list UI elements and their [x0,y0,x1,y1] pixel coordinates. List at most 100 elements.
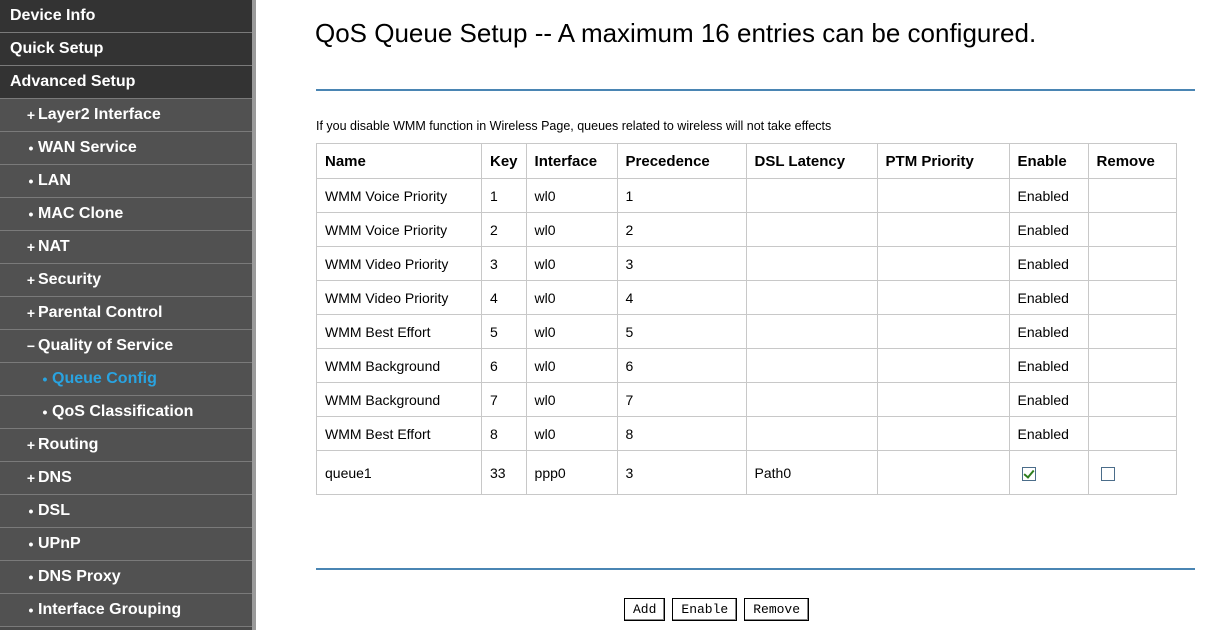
cell-key: 8 [481,416,527,451]
sidebar-item-lan[interactable]: • LAN [0,165,252,198]
cell-name: WMM Background [316,382,482,417]
cell-name: WMM Voice Priority [316,212,482,247]
bottom-divider [316,568,1195,570]
cell-ptm-priority [876,212,1010,247]
cell-enable: Enabled [1008,246,1089,281]
header-enable: Enable [1008,143,1089,179]
main-content: QoS Queue Setup -- A maximum 16 entries … [262,0,1210,630]
sidebar-item-label: Security [38,271,102,288]
table-row: WMM Best Effort 5 wl0 5 Enabled [316,314,1177,349]
sidebar-item-upnp[interactable]: • UPnP [0,528,252,561]
table-row: WMM Background 6 wl0 6 Enabled [316,348,1177,383]
sidebar-item-label: DSL [38,502,70,519]
sidebar-item-dns[interactable]: + DNS [0,462,252,495]
sidebar-item-advanced-setup[interactable]: Advanced Setup [0,66,252,99]
table-row: WMM Background 7 wl0 7 Enabled [316,382,1177,417]
cell-name: WMM Voice Priority [316,178,482,213]
sidebar-item-quality-of-service[interactable]: − Quality of Service [0,330,252,363]
cell-precedence: 3 [616,450,747,495]
sidebar-item-routing[interactable]: + Routing [0,429,252,462]
cell-interface: wl0 [525,178,618,213]
header-dsl-latency: DSL Latency [745,143,878,179]
sidebar-item-label: Interface Grouping [38,601,182,618]
sidebar-item-label: Quick Setup [10,40,104,57]
sidebar-item-parental-control[interactable]: + Parental Control [0,297,252,330]
cell-precedence: 8 [616,416,747,451]
sidebar-item-label: MAC Clone [38,205,124,222]
cell-remove [1087,348,1177,383]
sidebar-item-queue-config[interactable]: • Queue Config [0,363,252,396]
sidebar-item-label: Device Info [10,7,96,24]
cell-dsl-latency [745,212,878,247]
cell-remove [1087,382,1177,417]
cell-interface: wl0 [525,348,618,383]
cell-precedence: 2 [616,212,747,247]
remove-button[interactable]: Remove [744,598,810,621]
header-key: Key [481,143,527,179]
sidebar-item-label: WAN Service [38,139,137,156]
cell-key: 33 [481,450,527,495]
cell-interface: wl0 [525,382,618,417]
cell-enable [1008,450,1089,495]
sidebar-bullet-icon: • [28,536,34,552]
sidebar-item-dns-proxy[interactable]: • DNS Proxy [0,561,252,594]
sidebar-item-interface-grouping[interactable]: • Interface Grouping [0,594,252,627]
sidebar-item-label: Layer2 Interface [38,106,161,123]
cell-enable: Enabled [1008,178,1089,213]
add-button[interactable]: Add [624,598,666,621]
cell-precedence: 6 [616,348,747,383]
sidebar-bullet-icon: • [42,371,48,387]
cell-dsl-latency [745,382,878,417]
header-ptm-priority: PTM Priority [876,143,1010,179]
sidebar-nav: Device Info Quick Setup Advanced Setup + Lay… [0,0,256,630]
sidebar-item-layer2-interface[interactable]: + Layer2 Interface [0,99,252,132]
sidebar-item-label: Parental Control [38,304,163,321]
header-name: Name [316,143,482,179]
sidebar-item-device-info[interactable]: Device Info [0,0,252,33]
cell-ptm-priority [876,382,1010,417]
sidebar-item-security[interactable]: + Security [0,264,252,297]
queue-table: Name Key Interface Precedence DSL Latenc… [316,143,1177,495]
cell-name: WMM Video Priority [316,246,482,281]
sidebar-item-quick-setup[interactable]: Quick Setup [0,33,252,66]
remove-checkbox[interactable] [1100,466,1115,481]
table-row: WMM Voice Priority 1 wl0 1 Enabled [316,178,1177,213]
sidebar-item-label: Routing [38,436,99,453]
sidebar-item-mac-clone[interactable]: • MAC Clone [0,198,252,231]
enable-checkbox[interactable] [1021,466,1036,481]
sidebar-item-qos-classification[interactable]: • QoS Classification [0,396,252,429]
cell-ptm-priority [876,450,1010,495]
sidebar-bullet-icon: − [26,338,36,354]
cell-ptm-priority [876,314,1010,349]
top-divider [316,89,1195,91]
sidebar-bullet-icon: • [42,404,48,420]
cell-key: 1 [481,178,527,213]
header-interface: Interface [525,143,618,179]
cell-key: 7 [481,382,527,417]
sidebar-bullet-icon: • [28,503,34,519]
sidebar-item-wan-service[interactable]: • WAN Service [0,132,252,165]
cell-name: queue1 [316,450,482,495]
enable-button[interactable]: Enable [672,598,738,621]
sidebar-item-dsl[interactable]: • DSL [0,495,252,528]
cell-name: WMM Best Effort [316,314,482,349]
cell-interface: wl0 [525,246,618,281]
cell-precedence: 5 [616,314,747,349]
sidebar-bullet-icon: • [28,602,34,618]
cell-remove [1087,178,1177,213]
cell-dsl-latency [745,246,878,281]
sidebar-item-label: NAT [38,238,70,255]
cell-name: WMM Background [316,348,482,383]
cell-precedence: 1 [616,178,747,213]
cell-remove [1087,450,1177,495]
sidebar-bullet-icon: + [26,239,36,255]
sidebar-item-label: DNS Proxy [38,568,121,585]
cell-enable: Enabled [1008,348,1089,383]
cell-dsl-latency [745,416,878,451]
page-title: QoS Queue Setup -- A maximum 16 entries … [315,18,1037,48]
cell-remove [1087,212,1177,247]
sidebar-bullet-icon: + [26,305,36,321]
sidebar-item-nat[interactable]: + NAT [0,231,252,264]
cell-remove [1087,314,1177,349]
cell-dsl-latency: Path0 [745,450,878,495]
